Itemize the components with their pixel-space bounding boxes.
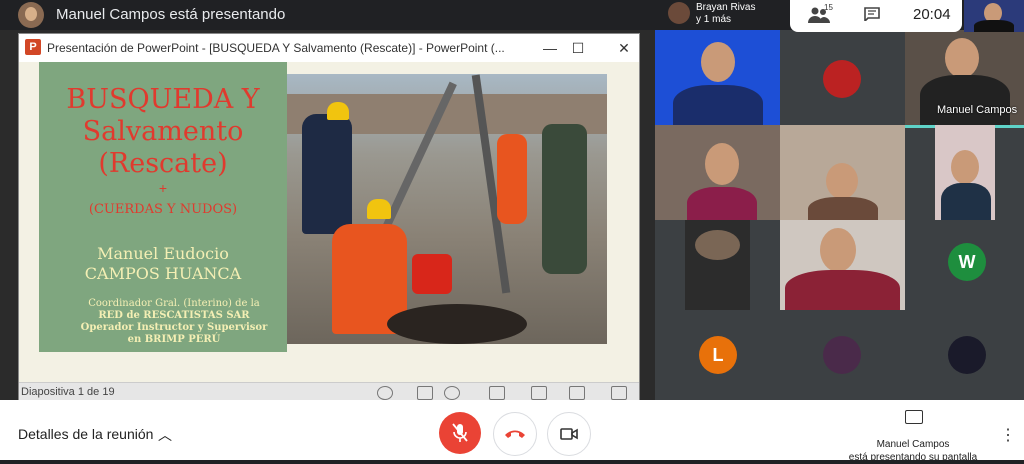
powerpoint-icon: P <box>25 39 41 55</box>
participant-tile[interactable] <box>780 125 905 220</box>
participant-tile[interactable] <box>780 220 905 310</box>
slide-plus: + <box>158 180 168 196</box>
normal-view-icon[interactable] <box>489 386 505 400</box>
people-count: 15 <box>824 3 833 12</box>
slide-title-line: BUSQUEDA Y <box>66 84 260 115</box>
slide-rescue-photo <box>287 74 607 344</box>
presenter-status[interactable]: Manuel Campos está presentando su pantal… <box>838 438 988 464</box>
next-slide-icon[interactable] <box>444 386 460 400</box>
slide-text-panel: BUSQUEDA Y Salvamento (Rescate) + (CUERD… <box>39 62 287 352</box>
menu-icon[interactable] <box>417 386 433 400</box>
slide-author-name: Manuel Eudocio CAMPOS HUANCA <box>39 244 287 284</box>
slide-title: BUSQUEDA Y Salvamento (Rescate) <box>39 84 287 180</box>
close-icon[interactable]: ✕ <box>613 38 635 58</box>
author-name-line: CAMPOS HUANCA <box>84 264 242 283</box>
presenter-title: Manuel Campos está presentando <box>56 6 286 23</box>
prev-slide-icon[interactable] <box>377 386 393 400</box>
slide-subtitle: (CUERDAS Y NUDOS) <box>88 202 238 217</box>
raised-hand-avatar <box>668 2 690 24</box>
participant-avatar <box>823 60 861 98</box>
author-name-line: Manuel Eudocio <box>97 244 229 263</box>
camera-icon <box>560 428 578 440</box>
bottom-controls-bar: Detalles de la reunión ︿ Manuel Campos e… <box>0 400 1024 463</box>
more-options-icon[interactable]: ⋮ <box>1000 425 1016 445</box>
slide-title-line: Salvamento <box>82 116 244 147</box>
reading-view-icon[interactable] <box>569 386 585 400</box>
participant-avatar-w[interactable]: W <box>948 243 986 281</box>
participant-avatar[interactable] <box>948 336 986 374</box>
mic-off-icon <box>452 423 468 442</box>
top-controls-panel: 15 20:04 <box>790 0 962 32</box>
participant-grid: Manuel Campos W L <box>655 30 1024 400</box>
self-view-tile[interactable] <box>964 0 1024 32</box>
tile-name-label: Manuel Campos <box>937 104 1018 116</box>
participant-avatar[interactable] <box>823 336 861 374</box>
slide-author-role: Coordinador Gral. (Interino) de la RED d… <box>69 298 279 346</box>
powerpoint-window: P Presentación de PowerPoint - [BUSQUEDA… <box>18 33 640 402</box>
powerpoint-statusbar: Diapositiva 1 de 19 <box>19 382 639 402</box>
participant-avatar-l[interactable]: L <box>699 336 737 374</box>
presenter-avatar <box>18 2 44 28</box>
raised-hand-name: Brayan Rivas <box>696 2 756 13</box>
chevron-up-icon[interactable]: ︿ <box>158 425 172 445</box>
hang-up-icon <box>505 430 525 438</box>
participant-tile[interactable] <box>685 220 750 310</box>
participant-tile-manuel-campos[interactable]: Manuel Campos <box>905 30 1024 128</box>
slide-counter: Diapositiva 1 de 19 <box>21 386 115 398</box>
slide-canvas: BUSQUEDA Y Salvamento (Rescate) + (CUERD… <box>19 62 639 382</box>
minimize-icon[interactable]: — <box>539 38 561 58</box>
role-line: Operador Instructor y Supervisor <box>80 322 268 333</box>
powerpoint-window-title: Presentación de PowerPoint - [BUSQUEDA Y… <box>47 41 505 55</box>
participant-tile[interactable] <box>655 30 780 125</box>
end-call-button[interactable] <box>493 412 537 456</box>
slide-title-line: (Rescate) <box>98 148 228 179</box>
participant-tile[interactable] <box>780 30 905 125</box>
role-line: RED de RESCATISTAS SAR <box>98 310 250 321</box>
slide-sorter-icon[interactable] <box>531 386 547 400</box>
presenter-name: Manuel Campos <box>876 439 950 450</box>
camera-toggle-button[interactable] <box>547 412 591 456</box>
maximize-icon[interactable]: ☐ <box>567 38 589 58</box>
clock: 20:04 <box>913 6 951 23</box>
role-line: en BRIMP PERÚ <box>127 334 221 345</box>
meeting-details-button[interactable]: Detalles de la reunión <box>18 426 153 442</box>
chat-icon[interactable] <box>864 7 880 21</box>
presenting-label: está presentando su pantalla <box>848 452 978 463</box>
powerpoint-titlebar: P Presentación de PowerPoint - [BUSQUEDA… <box>19 34 639 63</box>
participant-tile[interactable] <box>935 125 995 220</box>
raised-hand-label[interactable]: Brayan Rivas y 1 más <box>696 2 755 26</box>
role-line: Coordinador Gral. (Interino) de la <box>88 298 260 309</box>
slideshow-icon[interactable] <box>611 386 627 400</box>
raised-hand-more: y 1 más <box>696 14 732 25</box>
present-screen-icon[interactable] <box>905 410 923 424</box>
participant-tile[interactable] <box>655 125 780 220</box>
mic-toggle-button[interactable] <box>439 412 481 454</box>
